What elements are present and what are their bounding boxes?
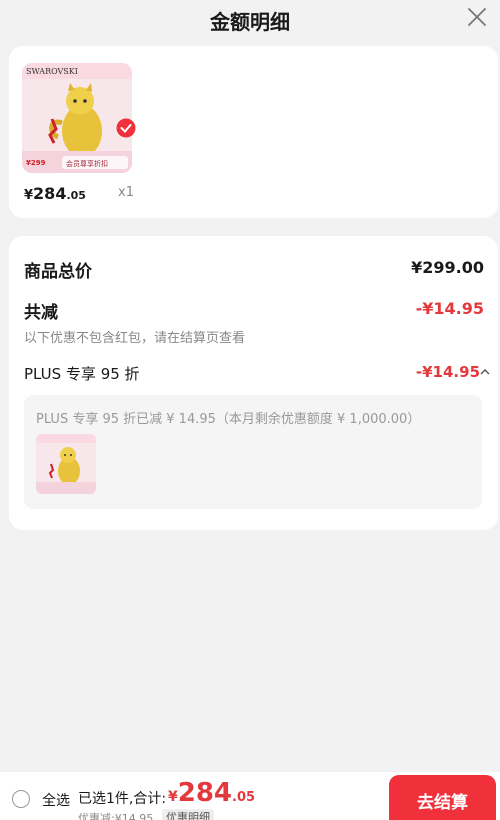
discount-note: 以下优惠不包含红包，请在结算页查看 [24,331,246,346]
selected-count: 已选1件,合计: [78,791,167,807]
footer-total: ¥284.05 [168,778,256,808]
discount-value: -¥14.95 [415,299,484,318]
chevron-up-icon[interactable] [480,368,490,376]
plus-discount-label[interactable]: PLUS 专享 95 折 [24,363,140,384]
product-quantity: x1 [118,185,134,200]
svg-text:SWAROVSKI: SWAROVSKI [26,67,78,76]
total-value: ¥299.00 [411,258,484,277]
select-all-radio[interactable] [12,790,30,808]
discount-label: 共减 [24,303,58,323]
discount-detail-button[interactable]: 优惠明细 [162,809,214,820]
product-thumbnail [36,434,96,494]
select-all-label[interactable]: 全选 [42,790,70,810]
page-title: 金额明细 [210,10,290,34]
svg-text:会员尊享折扣: 会员尊享折扣 [66,159,108,168]
plus-detail-text: PLUS 专享 95 折已减 ¥ 14.95（本月剩余优惠额度 ¥ 1,000.… [36,412,421,427]
product-price: ¥284.05 [24,184,86,203]
checkout-button[interactable]: 去结算 [389,775,496,820]
header: 金额明细 [0,0,500,40]
check-icon [116,118,136,138]
svg-text:¥299: ¥299 [26,159,46,167]
total-label: 商品总价 [24,262,92,282]
footer-discount: 优惠减:¥14.95 [78,812,154,820]
close-icon[interactable] [466,6,488,28]
plus-discount-value[interactable]: -¥14.95 [416,363,480,381]
